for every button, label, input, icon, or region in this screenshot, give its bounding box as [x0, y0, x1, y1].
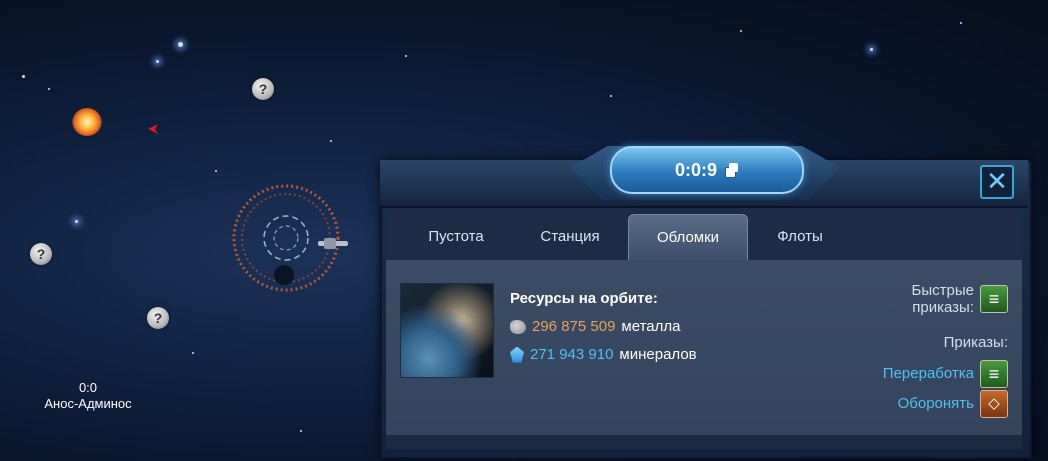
star [870, 48, 873, 51]
timer-text: 0:0:9 [674, 159, 718, 180]
metal-ore-icon [510, 319, 526, 334]
star [75, 220, 78, 223]
location-coords: 0:0 [78, 380, 98, 395]
star [300, 430, 302, 432]
metal-resource-row: 296 875 509 металла [510, 318, 680, 335]
close-button[interactable]: ✕ [980, 165, 1014, 199]
tab-content: Ресурсы на орбите: 296 875 509 металла 2… [386, 260, 1022, 435]
explosion-icon[interactable] [72, 108, 102, 136]
order-recycle-label[interactable]: Переработка [883, 365, 974, 382]
location-name: Анос-Админос [44, 396, 132, 411]
debris-field-image [400, 283, 494, 378]
star [156, 60, 159, 63]
star [215, 170, 217, 172]
tab-fleets[interactable]: Флоты [744, 214, 856, 260]
star [740, 30, 742, 32]
quick-orders-label: Быстрые приказы: [911, 282, 974, 316]
panel-bottom-bar [386, 435, 1022, 449]
debris-info-panel: 0:0:9 ✕ Пустота Станция Обломки Флоты Ре… [380, 146, 1032, 459]
timer-display: 0:0:9 [610, 146, 804, 194]
recycle-icon[interactable] [980, 360, 1008, 388]
minerals-resource-row: 271 943 910 минералов [510, 346, 697, 363]
tab-debris[interactable]: Обломки [628, 214, 748, 261]
star [192, 352, 194, 354]
mineral-crystal-icon [510, 346, 524, 363]
space-station-icon[interactable] [230, 182, 350, 302]
star [178, 42, 183, 47]
tab-bar: Пустота Станция Обломки Флоты [386, 208, 1022, 261]
metal-unit: металла [621, 318, 681, 335]
minerals-unit: минералов [619, 346, 697, 363]
star [610, 95, 612, 97]
defend-shield-icon[interactable] [980, 390, 1008, 418]
unknown-object-marker[interactable]: ? [30, 243, 52, 265]
unknown-object-marker[interactable]: ? [252, 78, 274, 100]
order-defend[interactable]: Оборонять [898, 390, 1008, 418]
star [960, 22, 962, 24]
star [48, 88, 50, 90]
tab-void[interactable]: Пустота [400, 214, 512, 260]
location-label[interactable]: 0:0 Анос-Админос [28, 380, 148, 412]
orders-label: Приказы: [943, 334, 1008, 351]
metal-amount: 296 875 509 [532, 318, 616, 335]
copy-icon[interactable] [725, 163, 739, 178]
star [405, 55, 407, 57]
quick-order-icon[interactable] [980, 285, 1008, 313]
star [22, 75, 25, 78]
tab-station[interactable]: Станция [514, 214, 626, 260]
order-defend-label[interactable]: Оборонять [898, 395, 974, 412]
resources-title: Ресурсы на орбите: [510, 290, 658, 307]
star [330, 140, 332, 142]
unknown-object-marker[interactable]: ? [147, 307, 169, 329]
minerals-amount: 271 943 910 [530, 346, 614, 363]
enemy-ship-icon[interactable] [148, 124, 160, 134]
order-recycle[interactable]: Переработка [883, 360, 1008, 388]
quick-orders-row: Быстрые приказы: [838, 282, 1008, 316]
